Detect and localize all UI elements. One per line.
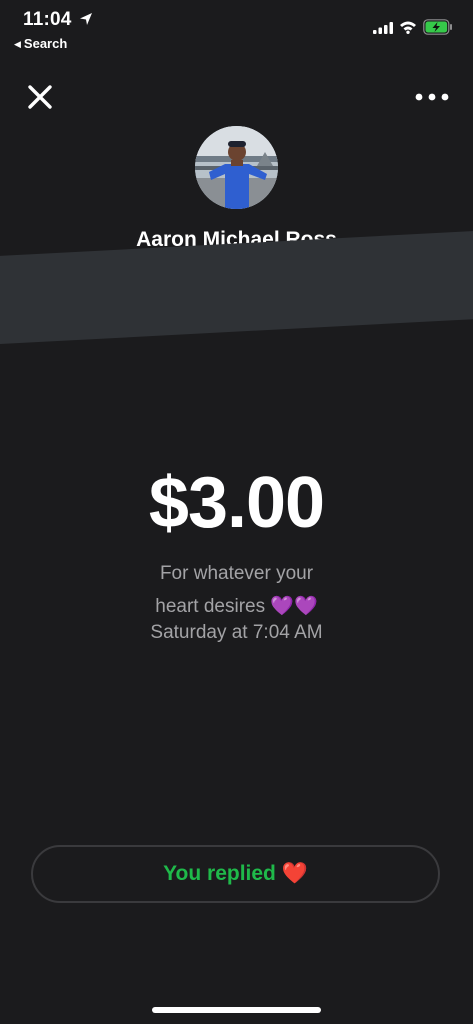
battery-charging-icon (423, 19, 452, 35)
back-to-search-link[interactable]: ◀ Search (14, 36, 67, 51)
wifi-icon (400, 21, 416, 34)
reply-label: You replied (163, 862, 276, 885)
close-icon[interactable] (26, 83, 54, 111)
red-heart-emoji: ❤️ (281, 862, 308, 885)
payment-amount: $3.00 (148, 463, 325, 543)
back-triangle-icon: ◀ (14, 39, 21, 49)
payment-note: For whatever your heart desires 💜💜 (0, 557, 473, 623)
note-line-2: heart desires 💜💜 (0, 590, 473, 623)
purple-hearts-emoji: 💜💜 (270, 596, 318, 617)
back-search-label: Search (23, 36, 68, 51)
reply-button[interactable]: You replied ❤️ (31, 845, 440, 903)
home-indicator[interactable] (152, 1007, 321, 1013)
location-arrow-icon (80, 13, 92, 25)
avatar-photo (195, 126, 278, 209)
status-time: 11:04 (23, 9, 72, 30)
avatar[interactable] (195, 126, 278, 209)
signal-icon (373, 22, 393, 34)
note-line-2-text: heart desires (155, 596, 266, 617)
payment-date: Saturday at 7:04 AM (150, 622, 323, 643)
more-icon[interactable] (414, 90, 450, 104)
status-bar: 11:04 ◀ Search (0, 0, 473, 58)
note-line-1: For whatever your (159, 563, 314, 584)
